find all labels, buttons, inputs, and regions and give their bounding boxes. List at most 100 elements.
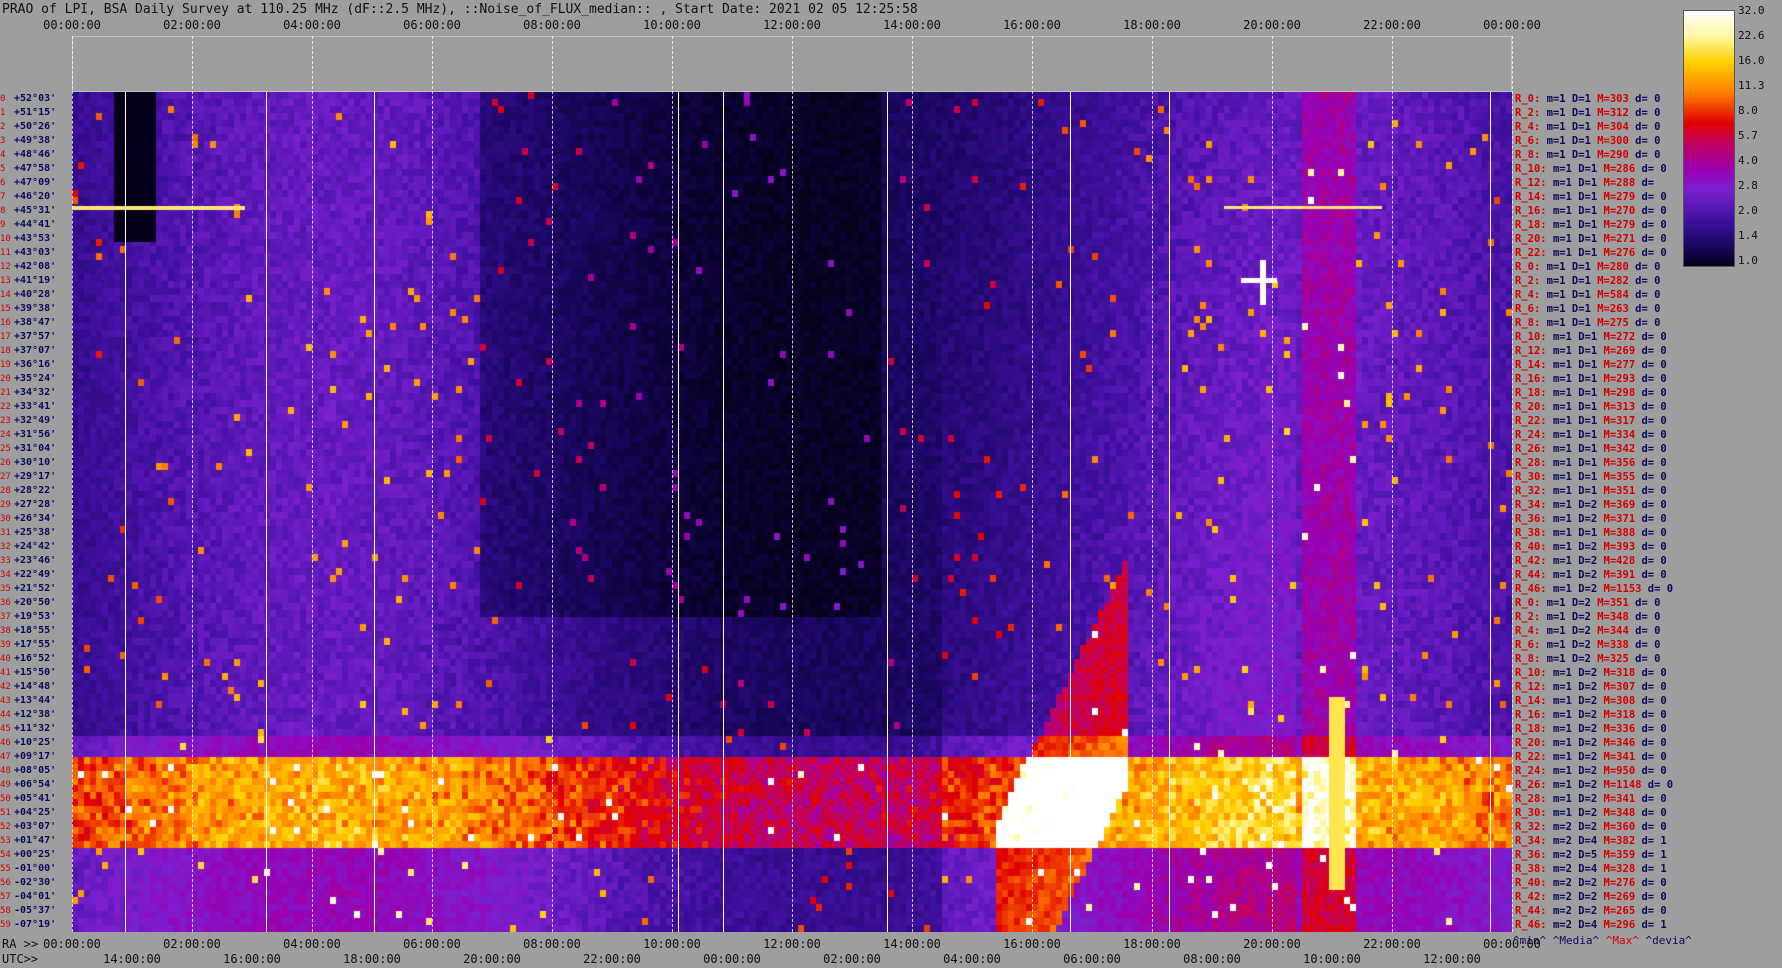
stat-devia: d= 0 [1641,359,1667,371]
row-index: 56 [0,878,11,888]
stats-row: R_24: m=1 D=1 M=334 d= 0 [1515,428,1667,442]
stat-max: M=341 [1603,793,1636,805]
stat-max: M=428 [1603,555,1636,567]
row-declination: +17°55' [14,639,57,650]
stat-name: R_24: [1515,429,1547,441]
stat-median: D=2 [1578,723,1598,735]
stat-min: m=2 [1552,863,1572,875]
stat-name: R_22: [1515,415,1547,427]
stat-name: R_20: [1515,233,1547,245]
stat-name: R_6: [1515,135,1541,147]
declination-row: 11 +43°03' [0,246,56,260]
legend-max: ^Max^ [1605,934,1639,947]
stat-max: M=348 [1597,611,1629,623]
stat-median: D=1 [1571,289,1591,301]
stats-row: R_2: m=1 D=2 M=348 d= 0 [1515,610,1660,624]
bright-vertical-line [678,92,680,932]
gridline [72,36,73,932]
stats-row: R_34: m=1 D=2 M=369 d= 0 [1515,498,1667,512]
stat-max: M=271 [1603,233,1636,245]
stat-max: M=275 [1597,317,1629,329]
stats-row: R_32: m=2 D=2 M=360 d= 0 [1515,820,1667,834]
stat-median: D=1 [1578,457,1598,469]
stat-name: R_34: [1515,499,1547,511]
stat-name: R_8: [1515,653,1541,665]
stat-name: R_42: [1515,555,1547,567]
row-declination: +42°08' [14,261,57,272]
declination-row: 30 +26°34' [0,512,56,526]
stats-row: R_20: m=1 D=1 M=313 d= 0 [1515,400,1667,414]
stat-max: M=346 [1603,737,1636,749]
row-index: 12 [0,262,11,272]
stat-min: m=1 [1546,93,1566,105]
stat-name: R_40: [1515,877,1547,889]
stat-median: D=2 [1578,569,1598,581]
stat-name: R_0: [1515,93,1541,105]
stat-name: R_42: [1515,891,1547,903]
stat-min: m=2 [1552,905,1572,917]
row-index: 24 [0,430,11,440]
axis-tick-label: 16:00:00 [223,952,281,966]
stats-row: R_12: m=1 D=2 M=307 d= 0 [1515,680,1667,694]
stat-median: D=2 [1571,611,1591,623]
gridline [1512,36,1513,932]
row-declination: +37°57' [14,331,57,342]
declination-row: 0 +52°03' [0,92,56,106]
stat-name: R_26: [1515,779,1547,791]
stats-row: R_20: m=1 D=1 M=271 d= 0 [1515,232,1667,246]
axis-tick-label: 02:00:00 [163,18,221,32]
stats-row: R_0: m=1 D=2 M=351 d= 0 [1515,596,1660,610]
stat-max: M=341 [1603,751,1636,763]
declination-row: 44 +12°38' [0,708,56,722]
stat-devia: d= 0 [1641,695,1667,707]
stat-name: R_36: [1515,513,1547,525]
stat-min: m=1 [1552,513,1572,525]
stat-name: R_22: [1515,247,1547,259]
stat-min: m=1 [1552,331,1572,343]
stat-min: m=1 [1552,667,1572,679]
stat-devia: d= 0 [1641,457,1667,469]
row-index: 43 [0,696,11,706]
stats-row: R_16: m=1 D=2 M=318 d= 0 [1515,708,1667,722]
row-index: 46 [0,738,11,748]
stat-max: M=348 [1603,807,1636,819]
declination-row: 59 -07°19' [0,918,56,932]
stats-row: R_34: m=2 D=4 M=382 d= 1 [1515,834,1667,848]
stat-max: M=279 [1603,191,1636,203]
row-declination: +03°07' [14,821,57,832]
stat-max: M=393 [1603,541,1636,553]
stat-max: M=269 [1603,891,1636,903]
stat-name: R_44: [1515,905,1547,917]
row-index: 3 [0,136,6,146]
stat-name: R_0: [1515,597,1541,609]
stat-max: M=282 [1597,275,1629,287]
stat-max: M=1153 [1603,583,1642,595]
stat-min: m=1 [1552,219,1572,231]
stat-max: M=312 [1597,107,1629,119]
stat-devia: d= 0 [1641,485,1667,497]
stat-name: R_0: [1515,261,1541,273]
stat-max: M=369 [1603,499,1636,511]
bright-vertical-line [1490,92,1492,932]
stat-median: D=1 [1578,401,1598,413]
stat-max: M=304 [1597,121,1629,133]
bright-vertical-line [1169,92,1171,932]
row-declination: +05°41' [14,793,57,804]
stat-devia: d= 0 [1641,905,1667,917]
stat-max: M=296 [1603,919,1636,931]
declination-row: 7 +46°20' [0,190,56,204]
row-declination: +46°20' [14,191,57,202]
stat-devia: d= 0 [1635,625,1661,637]
declination-row: 25 +31°04' [0,442,56,456]
declination-row: 50 +05°41' [0,792,56,806]
declination-row: 54 +00°25' [0,848,56,862]
stat-median: D=2 [1578,779,1598,791]
declination-row: 31 +25°38' [0,526,56,540]
stat-min: m=1 [1546,107,1566,119]
stats-row: R_38: m=2 D=4 M=328 d= 1 [1515,862,1667,876]
row-index: 23 [0,416,11,426]
stat-name: R_18: [1515,387,1547,399]
stat-max: M=307 [1603,681,1636,693]
stat-median: D=1 [1578,527,1598,539]
row-declination: +14°48' [14,681,57,692]
